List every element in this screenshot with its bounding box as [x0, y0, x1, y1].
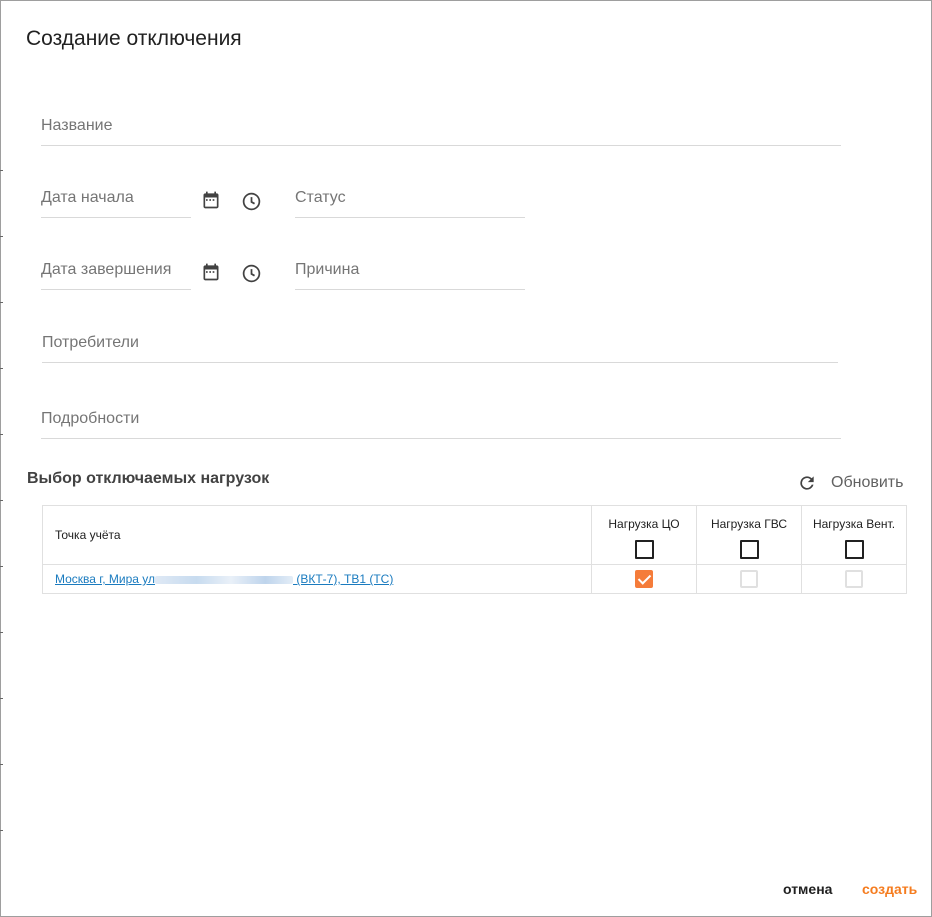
reason-field[interactable]: Причина [295, 255, 525, 290]
load-co-checkbox[interactable] [635, 570, 653, 588]
load-gvs-cell [696, 564, 802, 594]
metering-point-cell: Москва г, Мира ул (ВКТ-7), ТВ1 (ТС) [42, 564, 592, 594]
consumers-placeholder: Потребители [42, 334, 139, 351]
refresh-label: Обновить [831, 474, 904, 491]
select-all-gvs-checkbox[interactable] [739, 540, 759, 559]
dialog-title: Создание отключения [26, 27, 242, 50]
table-row: Москва г, Мира ул (ВКТ-7), ТВ1 (ТС) [42, 564, 907, 594]
start-date-field[interactable]: Дата начала [41, 183, 191, 218]
redacted-address [155, 575, 294, 584]
details-field[interactable]: Подробности [41, 404, 841, 439]
calendar-icon[interactable] [200, 189, 222, 211]
refresh-button[interactable]: Обновить [797, 471, 903, 495]
load-gvs-checkbox [740, 570, 758, 588]
reason-placeholder: Причина [295, 261, 360, 278]
end-date-placeholder: Дата завершения [41, 261, 172, 278]
name-field-placeholder: Название [41, 117, 113, 134]
metering-point-suffix: (ВКТ-7), ТВ1 (ТС) [293, 572, 394, 586]
load-co-cell [591, 564, 697, 594]
end-date-field[interactable]: Дата завершения [41, 255, 191, 290]
load-vent-cell [801, 564, 907, 594]
column-header-load-gvs-label: Нагрузка ГВС [710, 517, 788, 531]
loads-section-title: Выбор отключаемых нагрузок [27, 470, 270, 487]
details-placeholder: Подробности [41, 410, 140, 427]
loads-table: Точка учёта Нагрузка ЦО Нагрузка ГВС Наг… [42, 505, 907, 594]
cancel-button[interactable]: отмена [783, 881, 832, 897]
name-field[interactable]: Название [41, 111, 841, 146]
status-placeholder: Статус [295, 189, 346, 206]
start-date-placeholder: Дата начала [41, 189, 134, 206]
column-header-point: Точка учёта [42, 505, 592, 565]
status-field[interactable]: Статус [295, 183, 525, 218]
column-header-load-vent: Нагрузка Вент. [801, 505, 907, 565]
column-header-load-vent-label: Нагрузка Вент. [812, 517, 896, 531]
create-button[interactable]: создать [862, 881, 917, 897]
load-vent-checkbox [845, 570, 863, 588]
table-header-row: Точка учёта Нагрузка ЦО Нагрузка ГВС Наг… [42, 505, 907, 565]
metering-point-prefix: Москва г, Мира ул [55, 572, 156, 586]
create-outage-dialog: Создание отключения Название Дата начала… [0, 0, 932, 917]
left-edge-ticks [0, 0, 3, 917]
select-all-vent-checkbox[interactable] [844, 540, 864, 559]
consumers-field[interactable]: Потребители [42, 328, 838, 363]
clock-icon[interactable] [240, 190, 262, 212]
column-header-load-co: Нагрузка ЦО [591, 505, 697, 565]
refresh-icon [797, 473, 817, 493]
select-all-co-checkbox[interactable] [634, 540, 654, 559]
clock-icon[interactable] [240, 262, 262, 284]
column-header-load-gvs: Нагрузка ГВС [696, 505, 802, 565]
column-header-load-co-label: Нагрузка ЦО [608, 517, 680, 531]
calendar-icon[interactable] [200, 261, 222, 283]
metering-point-link[interactable]: Москва г, Мира ул (ВКТ-7), ТВ1 (ТС) [55, 572, 393, 586]
